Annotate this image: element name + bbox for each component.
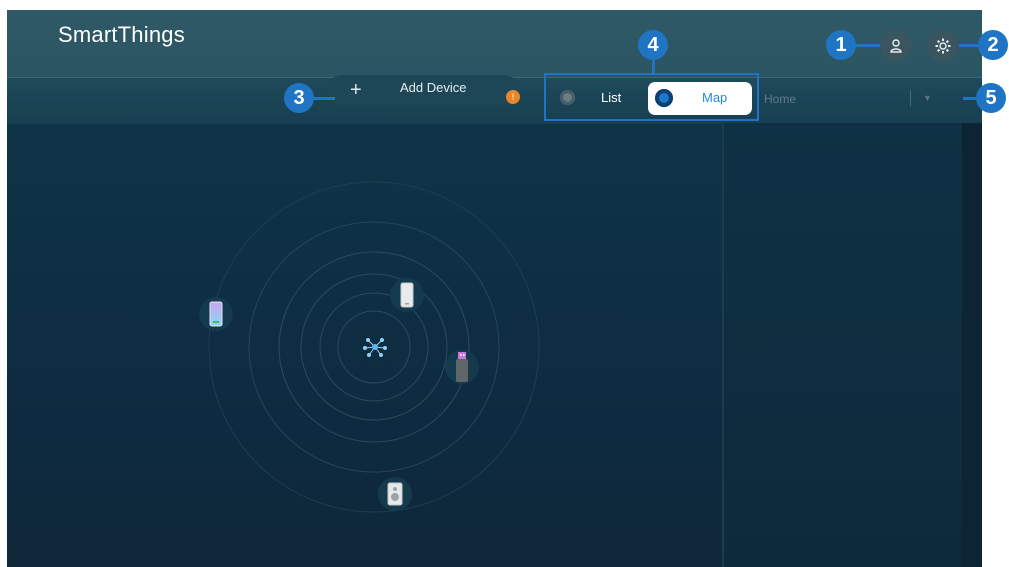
chevron-down-icon: ▼ [923, 93, 932, 103]
callout-3: 3 [284, 83, 314, 113]
callout-3-line [313, 97, 335, 100]
device-remote[interactable] [390, 278, 424, 312]
device-usb[interactable] [445, 350, 479, 384]
person-icon [890, 39, 902, 53]
phone-icon [209, 301, 223, 327]
gear-icon [935, 38, 951, 54]
remote-icon [400, 282, 414, 308]
list-view-label: List [601, 90, 622, 105]
callout-1-line [855, 44, 880, 47]
callout-5: 5 [976, 83, 1006, 113]
list-radio[interactable] [560, 90, 575, 105]
network-hub-icon [363, 338, 387, 357]
hub-device[interactable] [355, 327, 395, 367]
notification-badge: ! [506, 90, 520, 104]
callout-1: 1 [826, 30, 856, 60]
map-radio[interactable] [655, 89, 673, 107]
callout-4-line [652, 59, 655, 75]
device-phone[interactable] [199, 297, 233, 331]
account-button[interactable] [880, 30, 912, 62]
usb-icon [456, 352, 468, 382]
device-speaker[interactable] [378, 477, 412, 511]
app-title: SmartThings [58, 22, 185, 47]
location-value: Home [764, 92, 797, 106]
callout-2-line [959, 44, 979, 47]
callout-5-line [963, 97, 977, 100]
add-device-label: Add Device [400, 80, 467, 95]
callout-4: 4 [638, 30, 668, 60]
plus-icon: + [350, 79, 362, 101]
map-view-label: Map [702, 90, 728, 105]
speaker-icon [387, 482, 403, 506]
dropdown-divider [910, 90, 911, 106]
settings-button[interactable] [927, 30, 959, 62]
callout-2: 2 [978, 30, 1008, 60]
